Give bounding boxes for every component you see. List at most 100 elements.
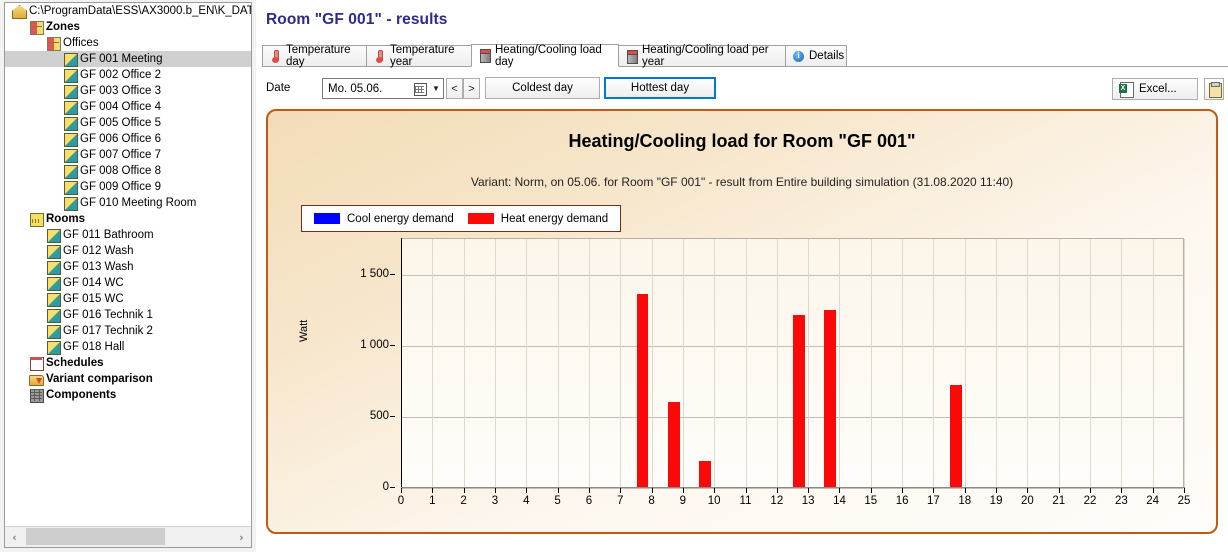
y-tick-mark <box>390 344 395 346</box>
tree-item[interactable]: GF 014 WC <box>5 275 251 291</box>
x-tick-label: 0 <box>397 495 405 507</box>
tree-item[interactable]: GF 006 Office 6 <box>5 131 251 147</box>
x-tick-mark <box>1184 488 1185 493</box>
x-tick-mark <box>964 488 966 493</box>
tree-item[interactable]: GF 001 Meeting <box>5 51 251 67</box>
scrollbar-track[interactable] <box>24 527 232 547</box>
chart-subtitle: Variant: Norm, on 05.06. for Room "GF 00… <box>470 175 1014 189</box>
x-tick-mark <box>870 488 872 493</box>
load-icon <box>478 49 491 63</box>
chart-title: Heating/Cooling load for Room "GF 001" <box>568 131 916 151</box>
previous-day-button[interactable]: < <box>446 78 463 99</box>
scroll-right-arrow-icon[interactable]: › <box>232 528 251 547</box>
y-axis-line <box>401 238 402 488</box>
tab-temperature-year[interactable]: Temperature year <box>366 44 472 68</box>
x-tick-mark <box>620 488 622 493</box>
room-icon <box>45 308 61 323</box>
tree-item-label: GF 011 Bathroom <box>63 229 154 241</box>
tree-item[interactable]: C:\ProgramData\ESS\AX3000.b_EN\K_DAT <box>5 3 251 19</box>
tab-temperature-day[interactable]: Temperature day <box>262 44 367 68</box>
bar <box>636 294 649 487</box>
tree-item-label: GF 015 WC <box>63 293 124 305</box>
scrollbar-thumb[interactable] <box>26 527 165 545</box>
chevron-down-icon[interactable]: ▼ <box>429 79 443 98</box>
tree-item-label: GF 003 Office 3 <box>80 85 161 97</box>
y-tick-mark <box>390 487 395 488</box>
tree-item[interactable]: GF 008 Office 8 <box>5 163 251 179</box>
grid-line-vertical <box>776 239 778 487</box>
tree-item-label: GF 013 Wash <box>63 261 134 273</box>
info-icon <box>792 49 805 63</box>
tree-item-label: GF 007 Office 7 <box>80 149 161 161</box>
tree-horizontal-scrollbar[interactable]: ‹ › <box>5 526 251 547</box>
tree-item[interactable]: GF 017 Technik 2 <box>5 323 251 339</box>
x-tick-label: 17 <box>927 495 940 507</box>
tree-item[interactable]: Zones <box>5 19 251 35</box>
date-combobox[interactable]: Mo. 05.06. ▼ <box>322 78 444 99</box>
tree-item[interactable]: GF 012 Wash <box>5 243 251 259</box>
tree-item[interactable]: Rooms <box>5 211 251 227</box>
x-axis-labels: 0 1 2 3 4 5 6 7 8 9 10 11 12 13 14 15 16 17 18 19 20 21 22 23 24… <box>397 488 1191 514</box>
tree-item-label: GF 018 Hall <box>63 341 125 353</box>
x-tick-label: 20 <box>1020 495 1034 507</box>
tree-item[interactable]: Variant comparison <box>5 371 251 387</box>
tree-item[interactable]: GF 018 Hall <box>5 339 251 355</box>
y-axis-title: Watt <box>298 319 310 342</box>
y-tick-mark <box>390 415 395 417</box>
tree-item[interactable]: GF 004 Office 4 <box>5 99 251 115</box>
tree-item-label: Rooms <box>46 213 85 225</box>
rooms-icon <box>28 212 44 227</box>
tree-item[interactable]: GF 005 Office 5 <box>5 115 251 131</box>
grid-line-vertical <box>463 239 465 487</box>
tree-item[interactable]: GF 010 Meeting Room <box>5 195 251 211</box>
tree-item[interactable]: Components <box>5 387 251 403</box>
copy-to-clipboard-button[interactable] <box>1204 78 1224 100</box>
tree-item[interactable]: GF 009 Office 9 <box>5 179 251 195</box>
tab-details[interactable]: Details <box>785 45 847 67</box>
hottest-day-button[interactable]: Hottest day <box>604 77 716 99</box>
next-day-button[interactable]: > <box>463 78 480 99</box>
x-tick-label: 25 <box>1177 495 1191 507</box>
tree-item[interactable]: GF 016 Technik 1 <box>5 307 251 323</box>
room-icon <box>45 260 61 275</box>
tab-label: Details <box>809 50 845 62</box>
x-tick-mark <box>745 488 747 493</box>
y-tick-label: 500 <box>369 409 389 422</box>
room-icon <box>62 164 78 179</box>
grid-line-vertical <box>651 239 653 487</box>
tree-item[interactable]: GF 007 Office 7 <box>5 147 251 163</box>
tree-item-label: GF 005 Office 5 <box>80 117 161 129</box>
tree-scroll-area[interactable]: C:\ProgramData\ESS\AX3000.b_EN\K_DAT Zone… <box>5 3 251 525</box>
tree-item[interactable]: GF 013 Wash <box>5 259 251 275</box>
tree-item[interactable]: Schedules <box>5 355 251 371</box>
x-tick-mark <box>808 488 810 493</box>
schedules-icon <box>28 356 44 371</box>
bar <box>793 314 806 487</box>
calendar-icon[interactable] <box>411 79 429 98</box>
scroll-left-arrow-icon[interactable]: ‹ <box>5 528 24 547</box>
x-tick-mark <box>463 488 465 493</box>
tab-heating-cooling-load-per-year[interactable]: Heating/Cooling load per year <box>618 44 786 68</box>
tree-item[interactable]: GF 015 WC <box>5 291 251 307</box>
tree-item[interactable]: Offices <box>5 35 251 51</box>
tree-item-label: GF 016 Technik 1 <box>63 309 153 321</box>
excel-export-button[interactable]: Excel... <box>1112 78 1198 100</box>
tree-item[interactable]: GF 011 Bathroom <box>5 227 251 243</box>
room-icon <box>62 116 78 131</box>
tree-item-label: GF 002 Office 2 <box>80 69 161 81</box>
coldest-day-button[interactable]: Coldest day <box>485 77 600 99</box>
legend-item: Cool energy demand <box>314 213 454 225</box>
grid-line-vertical <box>682 239 684 487</box>
tree-item[interactable]: GF 003 Office 3 <box>5 83 251 99</box>
tab-heating-cooling-load-day[interactable]: Heating/Cooling load day <box>471 44 619 68</box>
load-icon <box>625 49 638 64</box>
tree-item[interactable]: GF 002 Office 2 <box>5 67 251 83</box>
x-tick-mark <box>1027 488 1029 493</box>
variant-icon <box>28 372 44 386</box>
x-tick-label: 6 <box>585 495 593 507</box>
grid-line-vertical <box>1184 239 1185 487</box>
grid-line-horizontal <box>401 274 1183 276</box>
x-tick-label: 3 <box>491 495 499 507</box>
legend-swatch <box>467 213 494 224</box>
chart-panel: Heating/Cooling load for Room "GF 001" V… <box>266 109 1218 534</box>
